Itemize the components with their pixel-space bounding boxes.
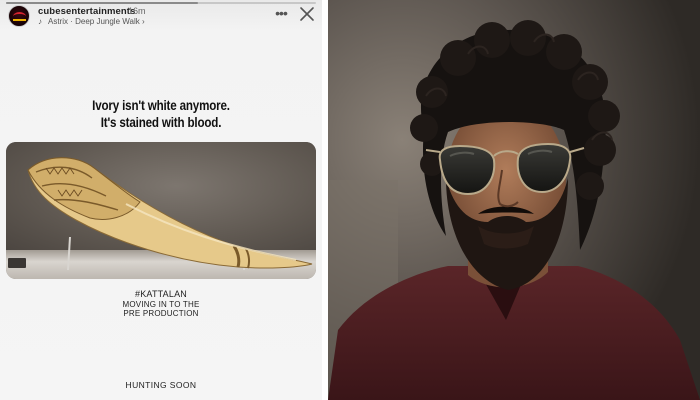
ivory-horn-graphic (27, 157, 313, 271)
story-progress-fill (6, 2, 199, 4)
music-text: Astrix · Deep Jungle Walk › (48, 17, 145, 26)
bearded-man-sunglasses-photo (328, 0, 700, 400)
instagram-story-panel: cubesentertainments 16m ♪ Astrix · Deep J… (0, 0, 322, 400)
portrait-illustration (328, 0, 700, 400)
close-icon[interactable] (298, 5, 316, 23)
story-headline: Ivory isn't white anymore. It's stained … (23, 97, 300, 131)
story-header: cubesentertainments 16m ♪ Astrix · Deep J… (8, 5, 318, 27)
music-attribution[interactable]: ♪ Astrix · Deep Jungle Walk › (38, 17, 145, 26)
account-name[interactable]: cubesentertainments (38, 6, 135, 17)
headline-line-2: It's stained with blood. (100, 115, 222, 130)
story-footer-text: HUNTING SOON (125, 380, 197, 390)
caption-line-2: PRE PRODUCTION (123, 309, 199, 318)
brand-logo-icon (13, 12, 26, 21)
more-dots-icon[interactable]: ••• (272, 6, 290, 21)
ivory-horn-photo (6, 142, 316, 279)
hashtag[interactable]: #KATTALAN (0, 289, 322, 299)
music-note-icon: ♪ (38, 17, 42, 26)
avatar[interactable] (8, 5, 30, 27)
story-progress-bar (6, 2, 316, 4)
post-time: 16m (128, 6, 146, 16)
headline-line-1: Ivory isn't white anymore. (92, 98, 230, 113)
